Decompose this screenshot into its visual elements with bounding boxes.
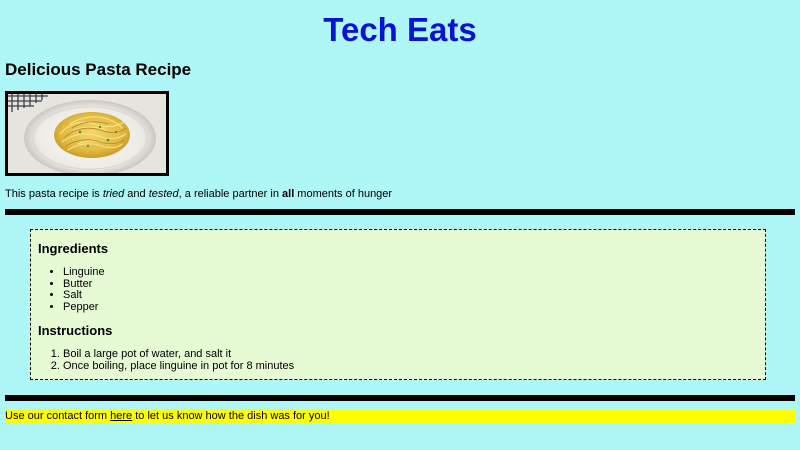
ingredient-item: Pepper bbox=[63, 301, 105, 314]
instruction-step: Once boiling, place linguine in pot for … bbox=[63, 360, 294, 373]
divider-top bbox=[5, 209, 795, 215]
pasta-dish-photo bbox=[5, 91, 169, 176]
recipe-intro: This pasta recipe is tried and tested, a… bbox=[5, 187, 392, 201]
contact-note-text-1: Use our contact form bbox=[5, 410, 111, 422]
intro-text-1: This pasta recipe is bbox=[5, 188, 103, 200]
instruction-step: Boil a large pot of water, and salt it bbox=[63, 348, 294, 361]
ingredient-item: Linguine bbox=[63, 266, 105, 279]
ingredients-heading: Ingredients bbox=[38, 241, 109, 256]
contact-note: Use our contact form here to let us know… bbox=[5, 410, 795, 423]
site-title: Tech Eats bbox=[323, 11, 477, 48]
instructions-heading: Instructions bbox=[38, 323, 113, 338]
divider-bottom bbox=[5, 395, 795, 401]
instruction-steps: Boil a large pot of water, and salt it O… bbox=[63, 348, 294, 373]
intro-text-4: moments of hunger bbox=[294, 188, 393, 200]
recipe-title: Delicious Pasta Recipe bbox=[5, 60, 192, 79]
contact-note-text-2: to let us know how the dish was for you! bbox=[132, 410, 330, 422]
ingredient-list: Linguine Butter Salt Pepper bbox=[63, 266, 105, 314]
intro-emphasis-tried: tried bbox=[102, 188, 125, 200]
intro-strong-all: all bbox=[282, 188, 295, 200]
intro-text-3: , a reliable partner in bbox=[178, 188, 283, 200]
contact-form-link[interactable]: here bbox=[110, 410, 132, 422]
pasta-image bbox=[8, 94, 166, 173]
ingredient-item: Salt bbox=[63, 289, 105, 302]
intro-text-2: and bbox=[124, 188, 149, 200]
recipe-details-box: Ingredients Linguine Butter Salt Pepper … bbox=[30, 229, 766, 380]
intro-emphasis-tested: tested bbox=[148, 188, 179, 200]
